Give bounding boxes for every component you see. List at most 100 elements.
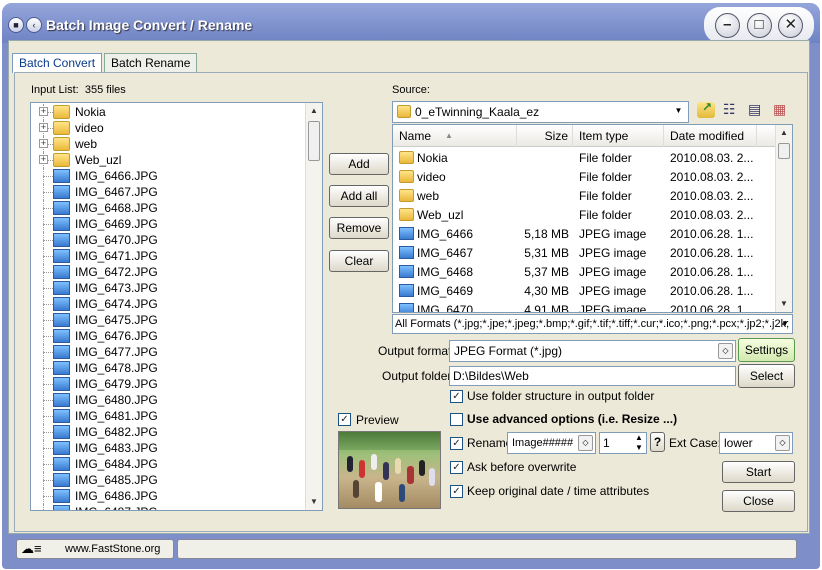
tree-item[interactable]: IMG_6466.JPG: [31, 168, 306, 184]
scroll-up-icon[interactable]: ▲: [306, 103, 322, 119]
file-date: 2010.06.28. 1...: [670, 303, 754, 313]
use-folder-structure-checkbox[interactable]: ✓: [450, 390, 463, 403]
tree-item[interactable]: IMG_6482.JPG: [31, 424, 306, 440]
column-name[interactable]: Name ▲: [393, 125, 517, 147]
clear-button[interactable]: Clear: [329, 250, 389, 272]
back-icon[interactable]: ‹: [26, 17, 42, 33]
file-row[interactable]: Web_uzl File folder 2010.08.03. 2...: [393, 206, 777, 225]
scroll-down-icon[interactable]: ▼: [306, 494, 322, 510]
column-date-modified[interactable]: Date modified: [664, 125, 757, 147]
tree-item[interactable]: IMG_6483.JPG: [31, 440, 306, 456]
file-row[interactable]: IMG_6469 4,30 MB JPEG image 2010.06.28. 1..…: [393, 282, 777, 301]
minimize-icon[interactable]: –: [714, 12, 740, 38]
tree-item[interactable]: IMG_6467.JPG: [31, 184, 306, 200]
rename-checkbox[interactable]: ✓: [450, 437, 463, 450]
website-link[interactable]: www.FastStone.org: [65, 543, 160, 555]
tree-item[interactable]: + Nokia: [31, 104, 306, 120]
scroll-up-icon[interactable]: ▲: [776, 125, 792, 141]
remove-button[interactable]: Remove: [329, 217, 389, 239]
column-size[interactable]: Size: [517, 125, 573, 147]
chevron-down-icon[interactable]: ◇: [775, 435, 790, 451]
file-row[interactable]: IMG_6468 5,37 MB JPEG image 2010.06.28. 1..…: [393, 263, 777, 282]
rename-start-number[interactable]: 1 ▲ ▼: [599, 432, 647, 454]
tree-item[interactable]: IMG_6486.JPG: [31, 488, 306, 504]
add-button[interactable]: Add: [329, 153, 389, 175]
tree-item[interactable]: + web: [31, 136, 306, 152]
rename-pattern-combo[interactable]: Image##### ◇: [507, 432, 596, 454]
tree-item[interactable]: IMG_6480.JPG: [31, 392, 306, 408]
source-file-list[interactable]: Name ▲ Size Item type Date modified ▲ ▼ N…: [392, 124, 793, 313]
tree-item[interactable]: IMG_6477.JPG: [31, 344, 306, 360]
tab-bar: Batch Convert Batch Rename: [12, 53, 198, 73]
expand-icon[interactable]: +: [39, 107, 48, 116]
maximize-icon[interactable]: □: [746, 12, 772, 38]
file-row[interactable]: video File folder 2010.08.03. 2...: [393, 168, 777, 187]
folder-up-icon[interactable]: ↗: [697, 100, 715, 118]
tree-item[interactable]: IMG_6469.JPG: [31, 216, 306, 232]
number-stepper-icon[interactable]: ▲ ▼: [633, 433, 645, 453]
tree-item[interactable]: IMG_6475.JPG: [31, 312, 306, 328]
file-row[interactable]: IMG_6467 5,31 MB JPEG image 2010.06.28. 1..…: [393, 244, 777, 263]
tree-item[interactable]: IMG_6487.JPG: [31, 504, 306, 510]
details-view-icon[interactable]: ▤: [748, 102, 766, 118]
expand-icon[interactable]: +: [39, 155, 48, 164]
tree-item[interactable]: IMG_6476.JPG: [31, 328, 306, 344]
tab-batch-convert[interactable]: Batch Convert: [12, 53, 103, 73]
use-advanced-checkbox[interactable]: [450, 413, 463, 426]
chevron-down-icon[interactable]: ▼: [781, 315, 789, 333]
help-button[interactable]: ?: [650, 432, 665, 452]
ext-case-combo[interactable]: lower ◇: [719, 432, 793, 454]
ask-overwrite-checkbox[interactable]: ✓: [450, 461, 463, 474]
scroll-down-icon[interactable]: ▼: [776, 296, 792, 312]
list-view-icon[interactable]: ☷: [723, 102, 741, 118]
close-button[interactable]: Close: [722, 490, 795, 512]
thumbnail-view-icon[interactable]: ▦: [773, 102, 791, 118]
website-link-area[interactable]: ☁≡ www.FastStone.org: [16, 539, 174, 559]
close-icon[interactable]: ✕: [778, 12, 804, 38]
input-list-tree[interactable]: ▲ ▼ + Nokia + video + web + Web_uzl IMG_6466.JPG…: [30, 102, 323, 511]
keep-date-checkbox[interactable]: ✓: [450, 485, 463, 498]
add-all-button[interactable]: Add all: [329, 185, 389, 207]
tree-item[interactable]: IMG_6471.JPG: [31, 248, 306, 264]
tree-item[interactable]: IMG_6485.JPG: [31, 472, 306, 488]
tab-batch-rename[interactable]: Batch Rename: [104, 53, 198, 72]
tree-item[interactable]: IMG_6468.JPG: [31, 200, 306, 216]
file-row[interactable]: IMG_6466 5,18 MB JPEG image 2010.06.28. 1..…: [393, 225, 777, 244]
tree-item[interactable]: + Web_uzl: [31, 152, 306, 168]
title-bar[interactable]: ■ ‹ Batch Image Convert / Rename – □ ✕: [2, 3, 820, 43]
tree-item[interactable]: IMG_6479.JPG: [31, 376, 306, 392]
scroll-thumb[interactable]: [778, 143, 790, 159]
scroll-thumb[interactable]: [308, 121, 320, 161]
source-folder-combo[interactable]: 0_eTwinning_Kaala_ez ▼: [392, 101, 689, 123]
file-row[interactable]: Nokia File folder 2010.08.03. 2...: [393, 149, 777, 168]
file-list-scrollbar[interactable]: ▲ ▼: [775, 125, 792, 312]
window-menu-icon[interactable]: ■: [8, 17, 24, 33]
select-button[interactable]: Select: [738, 364, 795, 388]
tree-item[interactable]: IMG_6484.JPG: [31, 456, 306, 472]
image-file-icon: [53, 489, 70, 503]
tree-item[interactable]: IMG_6478.JPG: [31, 360, 306, 376]
expand-icon[interactable]: +: [39, 139, 48, 148]
file-row[interactable]: IMG_6470 4,91 MB JPEG image 2010.06.28. 1..…: [393, 301, 777, 313]
expand-icon[interactable]: +: [39, 123, 48, 132]
tree-item[interactable]: IMG_6470.JPG: [31, 232, 306, 248]
file-format-filter[interactable]: All Formats (*.jpg;*.jpe;*.jpeg;*.bmp;*.…: [392, 314, 793, 334]
input-list-scrollbar[interactable]: ▲ ▼: [305, 103, 322, 510]
settings-button[interactable]: Settings: [738, 338, 795, 362]
output-format-combo[interactable]: JPEG Format (*.jpg) ◇: [449, 340, 736, 362]
chevron-down-icon[interactable]: ◇: [578, 435, 593, 451]
tree-item[interactable]: IMG_6474.JPG: [31, 296, 306, 312]
chevron-down-icon[interactable]: ◇: [718, 343, 733, 359]
file-row[interactable]: web File folder 2010.08.03. 2...: [393, 187, 777, 206]
tree-item[interactable]: IMG_6472.JPG: [31, 264, 306, 280]
tree-item[interactable]: + video: [31, 120, 306, 136]
chevron-down-icon[interactable]: ▼: [671, 104, 686, 120]
file-date: 2010.08.03. 2...: [670, 189, 754, 203]
tree-item[interactable]: IMG_6473.JPG: [31, 280, 306, 296]
column-item-type[interactable]: Item type: [573, 125, 664, 147]
tree-item[interactable]: IMG_6481.JPG: [31, 408, 306, 424]
preview-checkbox[interactable]: ✓: [338, 413, 351, 426]
tree-line: [43, 448, 53, 449]
start-button[interactable]: Start: [722, 461, 795, 483]
output-folder-field[interactable]: D:\Bildes\Web: [449, 366, 736, 386]
